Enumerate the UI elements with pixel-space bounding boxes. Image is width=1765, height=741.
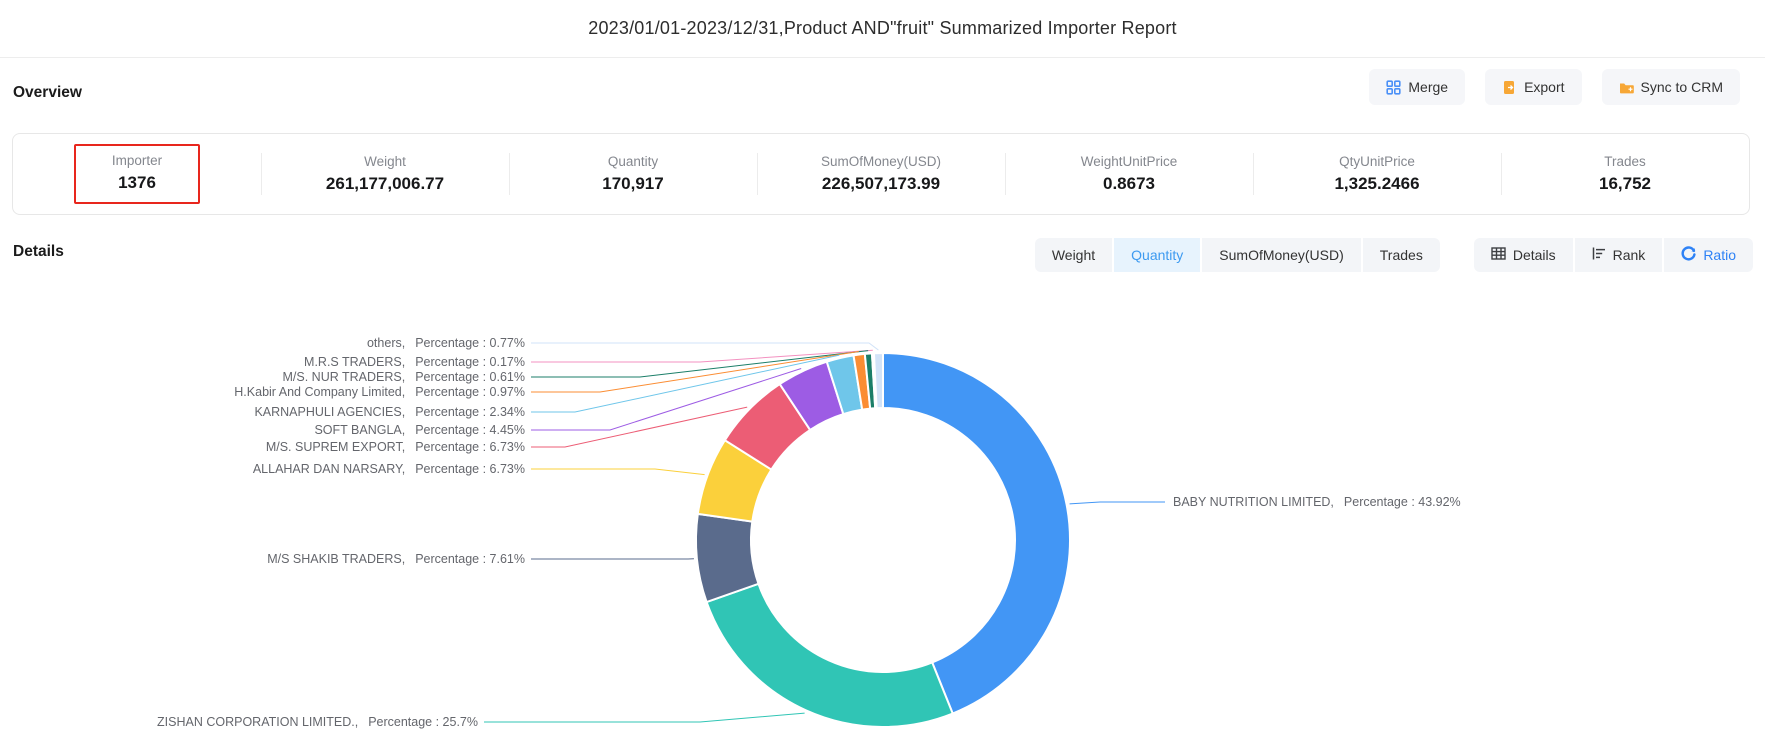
- donut-chart-canvas: [0, 0, 1765, 741]
- tab-sum-of-money[interactable]: SumOfMoney(USD): [1202, 238, 1360, 272]
- chart-label-m-s-suprem-export: M/S. SUPREM EXPORT,Percentage : 6.73%: [266, 440, 525, 454]
- stat-sum-of-money: SumOfMoney(USD) 226,507,173.99: [757, 134, 1005, 214]
- label-line-m-r-s-traders: [531, 350, 873, 362]
- header-separator: [0, 57, 1765, 58]
- rank-icon: [1592, 247, 1606, 263]
- merge-icon: [1386, 80, 1401, 95]
- ratio-icon: [1681, 246, 1696, 264]
- chart-label-m-r-s-traders: M.R.S TRADERS,Percentage : 0.17%: [304, 355, 525, 369]
- sync-crm-icon: [1619, 80, 1634, 95]
- stat-quantity: Quantity 170,917: [509, 134, 757, 214]
- label-line-zishan-corporation-limited: [484, 713, 805, 722]
- importer-ratio-donut-chart: others,Percentage : 0.77% M.R.S TRADERS,P…: [0, 0, 1765, 741]
- stat-weight: Weight 261,177,006.77: [261, 134, 509, 214]
- chart-label-allahar-dan-narsary: ALLAHAR DAN NARSARY,Percentage : 6.73%: [253, 462, 525, 476]
- tab-quantity[interactable]: Quantity: [1114, 238, 1200, 272]
- chart-label-h-kabir-and-company-limited: H.Kabir And Company Limited,Percentage :…: [234, 385, 525, 399]
- chart-label-m-s-shakib-traders: M/S SHAKIB TRADERS,Percentage : 7.61%: [267, 552, 525, 566]
- overview-actions: Merge Export Sync to CRM: [1369, 69, 1740, 105]
- donut-slice-zishan-corporation-limited[interactable]: [707, 584, 953, 727]
- details-toolbar: Weight Quantity SumOfMoney(USD) Trades D…: [1035, 238, 1753, 272]
- label-line-m-s-suprem-export: [531, 407, 747, 447]
- merge-button[interactable]: Merge: [1369, 69, 1465, 105]
- donut-slice-others[interactable]: [874, 353, 883, 408]
- export-button[interactable]: Export: [1485, 69, 1581, 105]
- chart-label-soft-bangla: SOFT BANGLA,Percentage : 4.45%: [314, 423, 525, 437]
- chart-label-zishan-corporation-limited: ZISHAN CORPORATION LIMITED.,Percentage :…: [157, 715, 478, 729]
- details-heading: Details: [13, 243, 64, 261]
- view-rank-button[interactable]: Rank: [1575, 238, 1663, 272]
- tab-trades[interactable]: Trades: [1363, 238, 1440, 272]
- view-switcher: Details Rank Ratio: [1474, 238, 1753, 272]
- chart-label-baby-nutrition-limited: BABY NUTRITION LIMITED,Percentage : 43.9…: [1173, 495, 1461, 509]
- tab-weight[interactable]: Weight: [1035, 238, 1112, 272]
- stat-trades: Trades 16,752: [1501, 134, 1749, 214]
- overview-heading: Overview: [13, 84, 82, 102]
- export-icon: [1502, 80, 1517, 95]
- chart-label-karnaphuli-agencies: KARNAPHULI AGENCIES,Percentage : 2.34%: [254, 405, 525, 419]
- donut-slice-baby-nutrition-limited[interactable]: [883, 353, 1070, 714]
- label-line-baby-nutrition-limited: [1070, 502, 1165, 504]
- importer-highlight-box: Importer 1376: [74, 144, 200, 204]
- stat-weight-unit-price: WeightUnitPrice 0.8673: [1005, 134, 1253, 214]
- page-title: 2023/01/01-2023/12/31,Product AND"fruit"…: [0, 18, 1765, 39]
- label-line-others: [531, 343, 878, 350]
- chart-label-others: others,Percentage : 0.77%: [367, 336, 525, 350]
- stat-qty-unit-price: QtyUnitPrice 1,325.2466: [1253, 134, 1501, 214]
- stat-importer: Importer 1376: [13, 134, 261, 214]
- view-details-button[interactable]: Details: [1474, 238, 1573, 272]
- chart-label-m-s-nur-traders: M/S. NUR TRADERS,Percentage : 0.61%: [283, 370, 526, 384]
- measure-tabs: Weight Quantity SumOfMoney(USD) Trades: [1035, 238, 1440, 272]
- table-icon: [1491, 247, 1506, 263]
- label-line-allahar-dan-narsary: [531, 469, 705, 475]
- view-ratio-button[interactable]: Ratio: [1664, 238, 1753, 272]
- overview-stats-card: Importer 1376 Weight 261,177,006.77 Quan…: [12, 133, 1750, 215]
- report-page: 2023/01/01-2023/12/31,Product AND"fruit"…: [0, 0, 1765, 741]
- sync-to-crm-button[interactable]: Sync to CRM: [1602, 69, 1740, 105]
